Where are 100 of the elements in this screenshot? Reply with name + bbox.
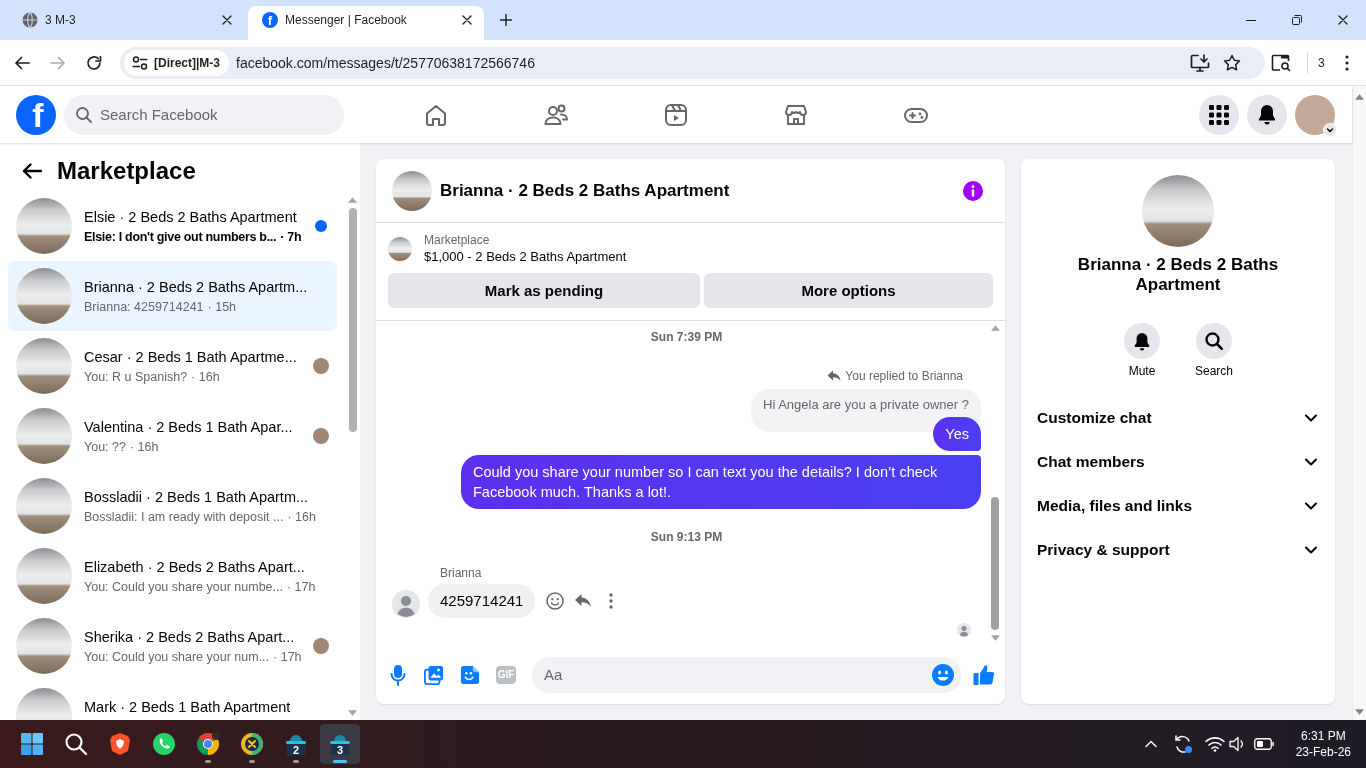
logo[interactable]: f: [16, 94, 56, 135]
taskbar-button[interactable]: 3: [320, 724, 360, 764]
conversation-name: Brianna · 2 Beds 2 Baths Apartm...: [84, 277, 309, 297]
conversation-name: Sherika · 2 Beds 2 Baths Apart...: [84, 627, 296, 647]
x-circle-icon: [240, 732, 264, 756]
phone-bubble-icon: [152, 732, 176, 756]
chevron-down-icon[interactable]: [1305, 458, 1317, 466]
clock-date: 23-Feb-26: [1295, 744, 1351, 760]
message-time: · 16h: [191, 368, 220, 386]
info-icon[interactable]: [963, 180, 983, 201]
sync-icon[interactable]: [1172, 734, 1193, 754]
back-arrow-icon[interactable]: [14, 55, 30, 70]
conversation-item[interactable]: Elizabeth · 2 Beds 2 Baths Apart... You: Could you share your numbe... · 17h: [8, 541, 337, 611]
date-separator: Sun 7:39 PM: [650, 329, 723, 345]
gallery-icon[interactable]: [424, 664, 444, 685]
up-triangle-icon[interactable]: [1355, 94, 1364, 100]
accordion-row[interactable]: Chat members: [1021, 440, 1335, 484]
taskbar-button[interactable]: 2: [276, 724, 316, 764]
conversation-item[interactable]: Valentina · 2 Beds 1 Bath Apar... You: ?? · 16h: [8, 401, 337, 471]
search-field[interactable]: Search Facebook: [64, 94, 344, 135]
photo-placeholder: [16, 478, 72, 534]
reply-icon[interactable]: [574, 593, 593, 609]
bell-icon: [1257, 104, 1277, 125]
listing-action-button[interactable]: Mark as pending: [388, 273, 700, 308]
restore-icon[interactable]: [1292, 15, 1302, 25]
emoji-icon[interactable]: [932, 663, 954, 686]
address-bar[interactable]: [Direct]|M-3 facebook.com/messages/t/25770638172566746: [120, 46, 1265, 79]
chevron-down-icon[interactable]: [1305, 414, 1317, 422]
photo-placeholder: [388, 237, 412, 261]
video-icon[interactable]: [663, 101, 689, 128]
down-triangle-icon[interactable]: [1355, 709, 1364, 715]
message-preview: Elsie: I don't give out numbers b...: [84, 228, 277, 246]
battery-icon[interactable]: [1253, 738, 1274, 750]
close-icon[interactable]: [462, 15, 472, 25]
conversation-item[interactable]: Sherika · 2 Beds 2 Baths Apart... You: Could you share your num... · 17h: [8, 611, 337, 681]
thumbs-up-icon[interactable]: [973, 663, 995, 686]
microphone-icon[interactable]: [390, 663, 406, 686]
wifi-icon[interactable]: [1204, 736, 1225, 752]
listing-action-button[interactable]: More options: [704, 273, 993, 308]
conversation-item[interactable]: Cesar · 2 Beds 1 Bath Apartme... You: R u Spanish? · 16h: [8, 331, 337, 401]
browser-tab[interactable]: 3 M-3: [8, 6, 244, 40]
incoming-message: 4259714241: [428, 584, 536, 618]
chevron-up-icon[interactable]: [1144, 740, 1157, 748]
message-time: · 17h: [286, 578, 316, 596]
message-preview: Brianna: 4259714241: [84, 298, 204, 316]
accordion-row[interactable]: Customize chat: [1021, 396, 1335, 440]
bell-icon: [1133, 331, 1151, 351]
hat-figure-icon: [284, 732, 308, 756]
four-squares-icon: [20, 732, 44, 756]
accordion-row[interactable]: Privacy & support: [1021, 528, 1335, 572]
chevron-down-icon[interactable]: [1305, 546, 1317, 554]
message-preview: Bossladii: I am ready with deposit ...: [84, 508, 284, 526]
tune-icon: [132, 55, 148, 70]
notifications-button[interactable]: [1247, 94, 1287, 135]
conversation-name: Cesar · 2 Beds 1 Bath Apartme...: [84, 347, 298, 367]
globe-icon: [22, 12, 38, 28]
close-icon[interactable]: [1338, 15, 1348, 25]
conversation-name: Elsie · 2 Beds 2 Baths Apartment: [84, 207, 298, 227]
scrollbar-thumb[interactable]: [348, 208, 357, 432]
search-button[interactable]: [1196, 323, 1232, 359]
browser-tab[interactable]: f Messenger | Facebook: [248, 6, 484, 40]
tricolor-circle-icon: [196, 732, 220, 756]
reload-icon[interactable]: [86, 54, 102, 71]
photo-placeholder: [16, 548, 72, 604]
extension-count[interactable]: 3: [1318, 55, 1325, 70]
message-preview: You: Could you share your num...: [84, 648, 270, 666]
minimize-icon[interactable]: [1246, 19, 1256, 21]
install-icon[interactable]: [1190, 53, 1210, 72]
vertical-dots-icon[interactable]: [1344, 54, 1349, 71]
message-field[interactable]: Aa: [532, 656, 961, 693]
photo-placeholder: [16, 198, 72, 254]
vertical-dots-icon[interactable]: [609, 593, 614, 609]
conversation-item[interactable]: Brianna · 2 Beds 2 Baths Apartm... Brianna: 4259714241 · 15h: [8, 261, 337, 331]
menu-button[interactable]: [1199, 94, 1239, 135]
search-icon: [76, 106, 92, 123]
tab-search-icon[interactable]: [1271, 53, 1291, 72]
listing-title: $1,000 - 2 Beds 2 Baths Apartment: [424, 248, 627, 266]
scrollbar-thumb[interactable]: [991, 497, 999, 630]
outgoing-message: Could you share your number so I can text you the details? I don’t check Facebook much. Thanks a lot!.: [461, 455, 981, 509]
chat-title: Brianna · 2 Beds 2 Baths Apartment: [440, 180, 731, 201]
sender-name: Brianna: [440, 565, 482, 581]
reply-arrow-icon: [827, 370, 842, 382]
conversation-item[interactable]: Bossladii · 2 Beds 1 Bath Apartm... Bossladii: I am ready with deposit ... · 16h: [8, 471, 337, 541]
smiley-icon[interactable]: [546, 592, 565, 610]
star-icon[interactable]: [1223, 53, 1241, 72]
photo-placeholder: [392, 170, 432, 211]
grid-icon: [1209, 104, 1229, 125]
site-info-chip[interactable]: [Direct]|M-3: [124, 49, 230, 76]
back-arrow-icon[interactable]: [22, 163, 42, 179]
conversation-item[interactable]: Elsie · 2 Beds 2 Baths Apartment Elsie: I don't give out numbers b... · 7h: [8, 191, 337, 261]
sticker-icon[interactable]: [460, 664, 480, 685]
chevron-down-icon[interactable]: [1305, 502, 1317, 510]
conversation-name: Valentina · 2 Beds 1 Bath Apar...: [84, 417, 294, 437]
action-label: Mute: [1128, 363, 1156, 379]
search-icon: [1205, 332, 1223, 350]
photo-placeholder: [16, 268, 72, 324]
accordion-row[interactable]: Media, files and links: [1021, 484, 1335, 528]
close-icon[interactable]: [222, 15, 232, 25]
plus-icon[interactable]: [500, 14, 512, 26]
mute-button[interactable]: [1124, 323, 1160, 359]
